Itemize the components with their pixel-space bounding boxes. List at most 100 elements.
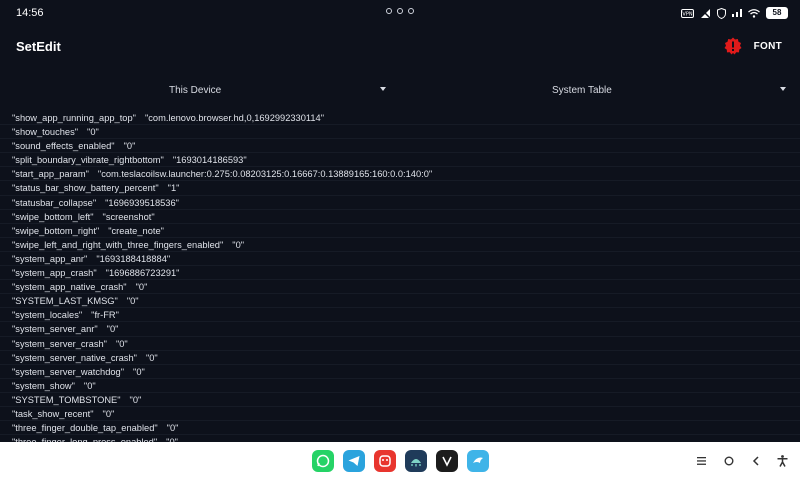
setting-key: "split_boundary_vibrate_rightbottom" — [12, 155, 164, 166]
list-item[interactable]: "sound_effects_enabled" "0" — [0, 139, 800, 154]
setting-key: "system_show" — [12, 380, 75, 391]
signal-icon — [732, 9, 742, 17]
setting-key: "start_app_param" — [12, 169, 89, 180]
status-icons: VPN 58 — [681, 7, 788, 19]
setting-key: "system_server_watchdog" — [12, 366, 125, 377]
setting-value: "0" — [135, 282, 148, 293]
setting-value: "com.lenovo.browser.hd,0,1692992330114" — [144, 113, 325, 123]
vivaldi-icon[interactable] — [436, 450, 458, 472]
list-item[interactable]: "SYSTEM_TOMBSTONE" "0" — [0, 393, 800, 407]
vpn-icon: VPN — [681, 8, 694, 18]
setting-key: "three_finger_double_tap_enabled" — [12, 423, 158, 434]
setting-key: "swipe_bottom_left" — [12, 211, 94, 222]
setting-key: "swipe_left_and_right_with_three_fingers… — [12, 239, 224, 250]
setting-value: "1696886723291" — [105, 268, 180, 279]
list-item[interactable]: "task_show_recent" "0" — [0, 407, 800, 422]
list-item[interactable]: "system_app_crash" "1696886723291" — [0, 266, 800, 281]
list-item[interactable]: "swipe_bottom_left" "screenshot" — [0, 210, 800, 224]
list-item[interactable]: "system_server_anr" "0" — [0, 322, 800, 337]
menu-button[interactable] — [688, 451, 715, 471]
alert-icon[interactable] — [724, 37, 742, 55]
table-selectors: This Device System Table — [0, 78, 800, 102]
back-button[interactable] — [742, 451, 769, 471]
setting-value: "1696939518536" — [105, 197, 179, 208]
signal-off-icon — [700, 7, 711, 19]
dropdown-arrow-icon — [780, 87, 786, 91]
setting-value: "create_note" — [108, 225, 164, 236]
list-item[interactable]: "swipe_left_and_right_with_three_fingers… — [0, 238, 800, 252]
list-item[interactable]: "system_server_watchdog" "0" — [0, 365, 800, 379]
taskbar — [0, 442, 800, 480]
setting-key: "system_app_native_crash" — [12, 282, 127, 293]
list-item[interactable]: "show_touches" "0" — [0, 125, 800, 140]
setting-value: "0" — [102, 408, 115, 419]
back-icon — [752, 456, 759, 466]
setting-value: "com.teslacoilsw.launcher:0.275:0.082031… — [97, 169, 433, 180]
telegram-icon[interactable] — [343, 450, 365, 472]
table-selector[interactable]: System Table — [400, 78, 800, 102]
list-item[interactable]: "show_app_running_app_top" "com.lenovo.br… — [0, 111, 800, 126]
setting-value: "1" — [167, 183, 180, 194]
battery-icon: 58 — [766, 7, 788, 19]
setting-value: "0" — [145, 352, 158, 363]
list-item[interactable]: "system_locales" "fr-FR" — [0, 308, 800, 323]
setting-value: "0" — [106, 324, 119, 335]
setting-key: "status_bar_show_battery_percent" — [12, 183, 159, 194]
settings-list-content: "show_app_running_app_top" "com.lenovo.br… — [0, 111, 800, 442]
list-item[interactable]: "swipe_bottom_right" "create_note" — [0, 224, 800, 238]
red-app-icon[interactable] — [374, 450, 396, 472]
setting-value: "screenshot" — [102, 211, 155, 222]
setting-value: "0" — [87, 127, 99, 138]
list-item[interactable]: "SYSTEM_LAST_KMSG" "0" — [0, 294, 800, 309]
setting-key: "system_app_anr" — [12, 253, 88, 264]
nav-buttons — [688, 451, 796, 471]
home-button[interactable] — [715, 451, 742, 471]
list-item[interactable]: "system_server_native_crash" "0" — [0, 351, 800, 365]
setting-value: "0" — [83, 380, 96, 391]
setting-key: "system_locales" — [12, 310, 83, 321]
setting-key: "task_show_recent" — [12, 408, 94, 419]
app-actions: FONT — [724, 37, 782, 55]
device-selector[interactable]: This Device — [0, 78, 400, 102]
setting-value: "0" — [123, 141, 136, 152]
setting-value: "0" — [115, 338, 128, 349]
list-item[interactable]: "three_finger_double_tap_enabled" "0" — [0, 421, 800, 436]
app-title: SetEdit — [16, 38, 61, 54]
font-button[interactable]: FONT — [754, 41, 782, 52]
list-item[interactable]: "status_bar_show_battery_percent" "1" — [0, 181, 800, 196]
setting-key: "swipe_bottom_right" — [12, 225, 100, 236]
list-item[interactable]: "statusbar_collapse" "1696939518536" — [0, 196, 800, 210]
dock-apps — [312, 450, 489, 472]
svg-text:VPN: VPN — [682, 11, 692, 17]
setting-key: "system_server_crash" — [12, 338, 107, 349]
device-selector-label: This Device — [169, 84, 222, 96]
dolphin-icon[interactable] — [467, 450, 489, 472]
setting-key: "show_app_running_app_top" — [12, 113, 136, 123]
setting-key: "system_server_anr" — [12, 324, 98, 335]
list-item[interactable]: "system_app_anr" "1693188418884" — [0, 252, 800, 267]
setting-value: "0" — [232, 239, 245, 250]
list-item[interactable]: "system_app_native_crash" "0" — [0, 280, 800, 295]
setting-key: "statusbar_collapse" — [12, 197, 97, 208]
whatsapp-icon[interactable] — [312, 450, 334, 472]
setting-value: "1693014186593" — [172, 155, 247, 166]
setting-key: "sound_effects_enabled" — [12, 141, 115, 152]
status-time: 14:56 — [16, 7, 44, 19]
list-item[interactable]: "split_boundary_vibrate_rightbottom" "169… — [0, 153, 800, 168]
wifi-icon — [748, 8, 760, 18]
setting-key: "system_app_crash" — [12, 268, 97, 279]
setting-value: "1693188418884" — [96, 253, 171, 264]
accessibility-icon — [777, 455, 788, 467]
list-item[interactable]: "three_finger_long_press_enabled""0" — [0, 435, 800, 442]
setting-value: "0" — [129, 394, 142, 405]
multi-window-indicator[interactable] — [386, 8, 414, 14]
dropdown-arrow-icon — [380, 87, 386, 91]
accessibility-button[interactable] — [769, 451, 796, 471]
setting-value: "0" — [133, 366, 145, 377]
list-item[interactable]: "start_app_param" "com.teslacoilsw.launch… — [0, 167, 800, 182]
list-item[interactable]: "system_server_crash" "0" — [0, 337, 800, 351]
robot-app-icon[interactable] — [405, 450, 427, 472]
settings-list[interactable]: "show_app_running_app_top" "com.lenovo.br… — [0, 108, 800, 442]
list-item[interactable]: "system_show" "0" — [0, 379, 800, 393]
setting-value: "0" — [166, 423, 179, 434]
